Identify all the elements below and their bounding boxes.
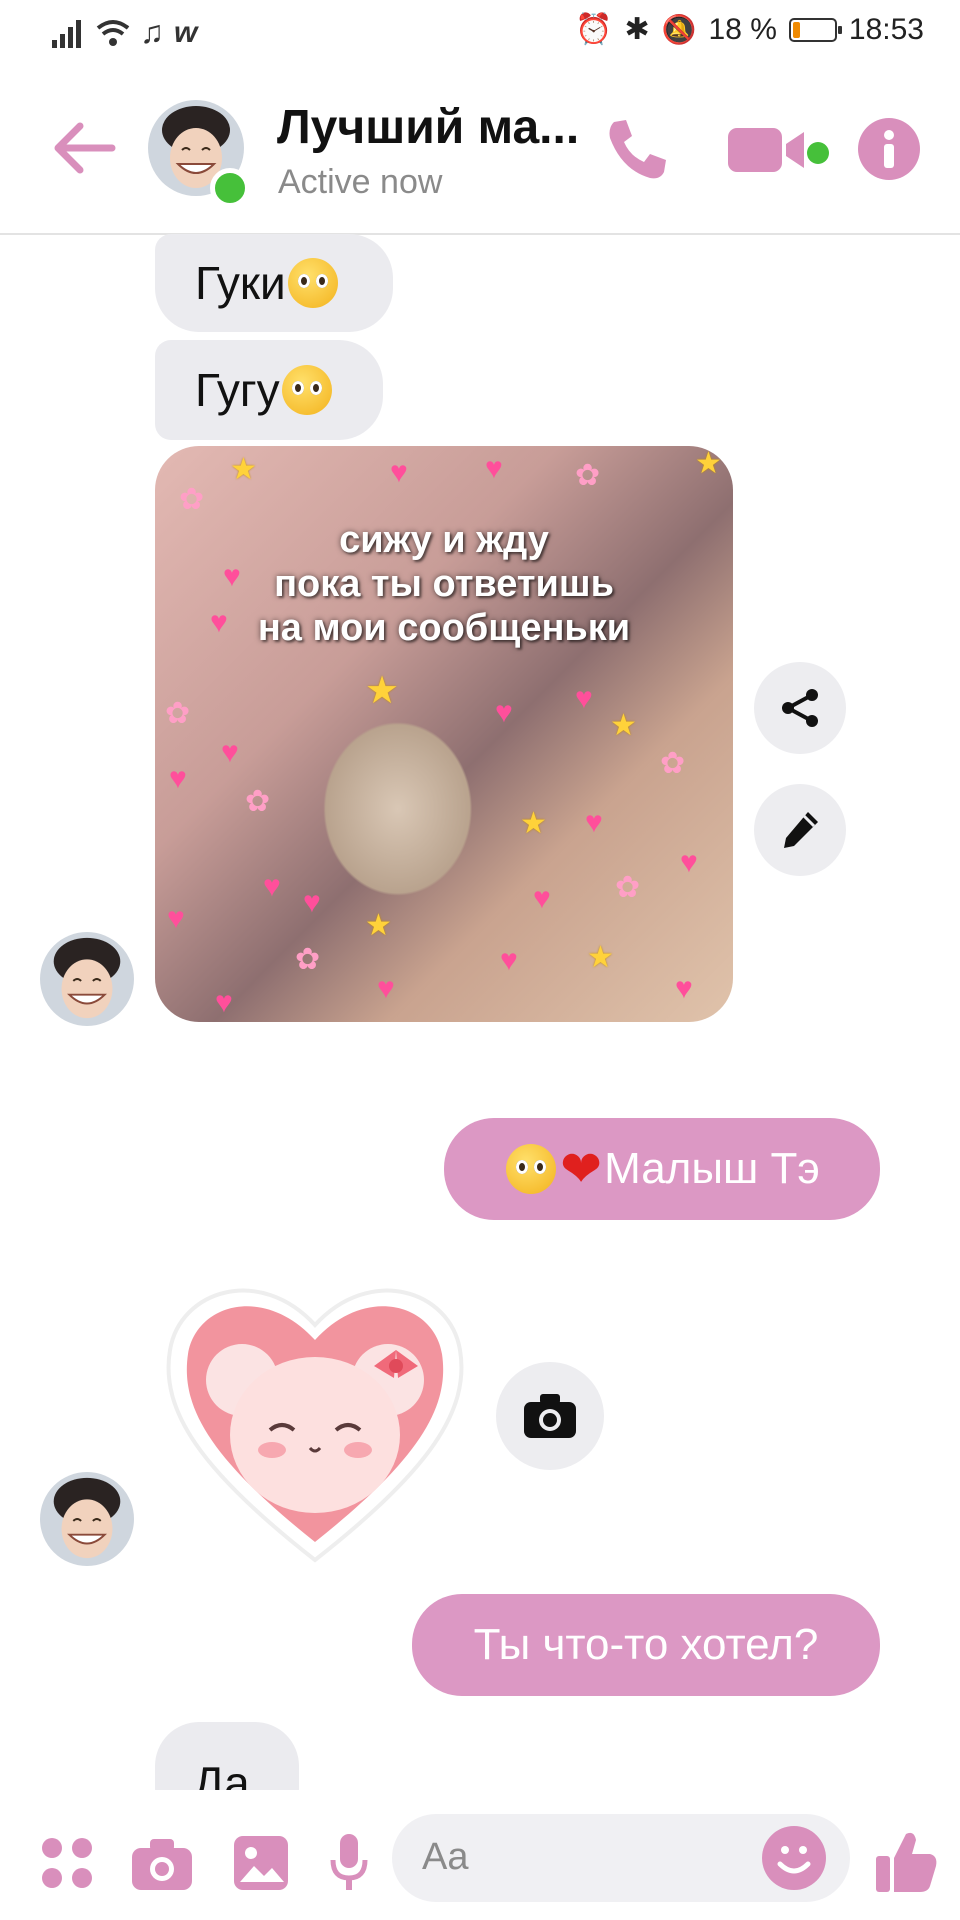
heart-sticker-icon: ♥	[675, 972, 693, 1005]
heart-sticker-icon: ♥	[495, 696, 513, 729]
gallery-icon[interactable]	[232, 1834, 290, 1892]
message-bubble-outgoing[interactable]: ❤ Малыш Тэ	[444, 1118, 880, 1220]
star-sticker-icon: ★	[365, 670, 400, 712]
battery-fill	[792, 21, 800, 38]
microphone-icon[interactable]	[330, 1832, 368, 1894]
wifi-icon	[96, 19, 130, 46]
message-bubble-incoming[interactable]: Гугу	[155, 340, 383, 440]
battery-percent: 18 %	[708, 12, 777, 46]
red-heart-emoji-icon: ❤	[560, 1141, 603, 1197]
camera-icon	[524, 1394, 576, 1438]
message-input-placeholder: Aa	[422, 1836, 469, 1878]
message-bubble-incoming[interactable]: Гуки	[155, 234, 393, 332]
mute-bell-icon: 🔕	[661, 14, 697, 45]
battery-icon	[788, 17, 842, 42]
share-button[interactable]	[754, 662, 846, 754]
flower-sticker-icon: ✿	[615, 871, 641, 904]
heart-sticker-icon: ♥	[377, 972, 395, 1005]
contact-name[interactable]: Лучший ма...	[277, 100, 579, 155]
message-text: Гуки	[195, 257, 286, 309]
clock: 18:53	[848, 12, 924, 46]
more-apps-icon[interactable]	[40, 1836, 94, 1890]
message-text: Малыш Тэ	[604, 1144, 820, 1193]
pleading-face-emoji-icon	[281, 365, 332, 415]
heart-sticker-icon: ♥	[215, 986, 233, 1019]
heart-sticker-icon: ♥	[263, 870, 281, 903]
sender-avatar[interactable]	[40, 1472, 134, 1566]
message-bubble-outgoing[interactable]: Ты что-то хотел?	[412, 1594, 880, 1696]
heart-sticker-icon: ♥	[533, 882, 551, 915]
info-icon[interactable]	[858, 118, 920, 180]
flower-sticker-icon: ✿	[165, 697, 191, 730]
meme-caption: сижу и жду пока ты ответишь на мои сообщ…	[257, 519, 631, 649]
music-note-icon: ♫	[140, 14, 164, 50]
video-active-dot	[807, 142, 829, 164]
edit-button[interactable]	[754, 784, 846, 876]
heart-sticker-icon: ♥	[575, 682, 593, 715]
flower-sticker-icon: ✿	[179, 483, 205, 516]
heart-sticker-icon: ♥	[680, 846, 698, 879]
heart-sticker-icon: ♥	[485, 452, 503, 485]
heart-sticker-icon: ♥	[303, 886, 321, 919]
message-text: Ты что-то хотел?	[473, 1620, 819, 1669]
conversation-header: Лучший ма... Active now	[0, 70, 960, 235]
star-sticker-icon: ★	[520, 807, 547, 840]
star-sticker-icon: ★	[610, 709, 637, 742]
pleading-face-emoji-icon	[506, 1144, 557, 1194]
bluetooth-icon: ✱	[624, 13, 650, 46]
flower-sticker-icon: ✿	[295, 943, 321, 976]
status-right-icons: ⏰ ✱ 🔕 18 % 18:53	[575, 12, 924, 47]
status-bar: ♫ w ⏰ ✱ 🔕 18 % 18:53	[0, 0, 960, 68]
heart-sticker-icon: ♥	[390, 456, 408, 489]
heart-sticker-icon: ♥	[500, 944, 518, 977]
heart-sticker-icon: ♥	[223, 560, 241, 593]
message-composer: Aa	[0, 1790, 960, 1920]
flower-sticker-icon: ✿	[660, 747, 686, 780]
presence-status: Active now	[278, 163, 443, 201]
heart-sticker-icon: ♥	[169, 762, 187, 795]
share-icon	[782, 689, 818, 727]
status-left-icons: ♫ w	[52, 14, 197, 51]
thumbs-up-icon[interactable]	[874, 1828, 938, 1894]
back-arrow-icon[interactable]	[50, 118, 120, 178]
pencil-icon	[784, 812, 818, 848]
star-sticker-icon: ★	[230, 453, 257, 486]
heart-sticker-icon: ♥	[221, 736, 239, 769]
star-sticker-icon: ★	[587, 941, 614, 974]
flower-sticker-icon: ✿	[575, 459, 601, 492]
online-indicator	[210, 168, 250, 208]
message-text: Гугу	[195, 364, 280, 416]
flower-sticker-icon: ✿	[245, 785, 271, 818]
message-input[interactable]: Aa	[392, 1814, 850, 1902]
heart-sticker-icon: ♥	[210, 606, 228, 639]
heart-sticker-icon: ♥	[167, 902, 185, 935]
meme-image-message[interactable]: сижу и жду пока ты ответишь на мои сообщ…	[155, 446, 733, 1022]
star-sticker-icon: ★	[365, 909, 392, 942]
pleading-face-emoji-icon	[287, 258, 338, 308]
star-sticker-icon: ★	[695, 447, 722, 480]
video-call-icon[interactable]	[726, 122, 816, 178]
heart-bear-sticker[interactable]	[160, 1270, 470, 1570]
emoji-smiley-icon[interactable]	[762, 1826, 826, 1890]
phone-call-icon[interactable]	[600, 114, 672, 186]
signal-icon	[52, 19, 81, 48]
sender-avatar[interactable]	[40, 932, 134, 1026]
alarm-icon: ⏰	[575, 13, 613, 46]
app-w-icon: w	[174, 15, 198, 49]
camera-icon[interactable]	[130, 1836, 194, 1892]
camera-reaction-button[interactable]	[496, 1362, 604, 1470]
heart-sticker-icon: ♥	[585, 806, 603, 839]
